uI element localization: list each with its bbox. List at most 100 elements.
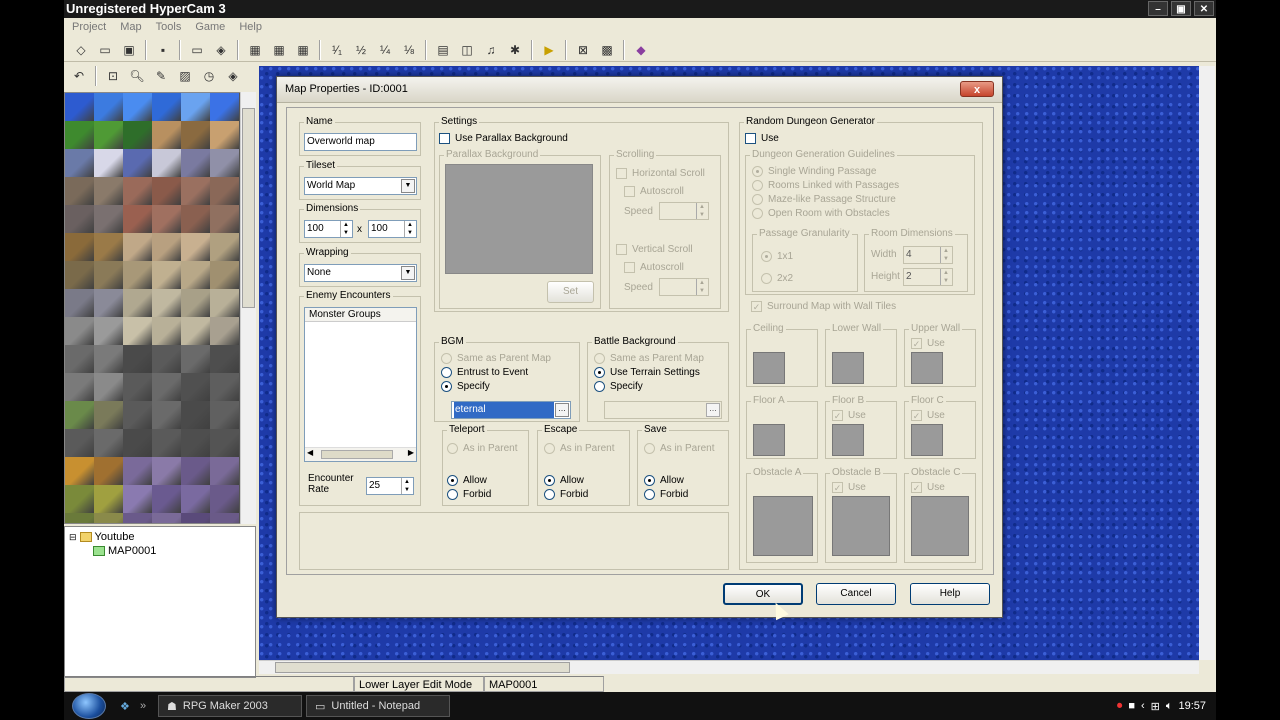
palette-tile[interactable] [65,289,94,317]
rectangle-icon[interactable]: ▨ [174,65,196,87]
bgm-same-as-parent-radio[interactable]: Same as Parent Map [441,353,551,364]
guideline-open-room-radio[interactable]: Open Room with Obstacles [752,208,890,219]
v-autoscroll-checkbox[interactable]: Autoscroll [624,262,684,273]
maximize-button[interactable]: ▣ [1171,1,1191,16]
pencil-icon[interactable]: ✎ [150,65,172,87]
room-width-spinner[interactable]: 4 ▲ ▼ [903,246,953,264]
list-hscroll[interactable]: ◀ ▶ [305,447,416,461]
palette-tile[interactable] [65,457,94,485]
palette-tile[interactable] [181,373,210,401]
palette-tile[interactable] [94,429,123,457]
palette-tile[interactable] [210,429,239,457]
cancel-button[interactable]: Cancel [816,583,896,605]
palette-tile[interactable] [181,345,210,373]
menu-tools[interactable]: Tools [156,18,182,36]
palette-tile[interactable] [65,345,94,373]
granularity-1x1-radio[interactable]: 1x1 [761,251,793,262]
palette-tile[interactable] [152,373,181,401]
palette-tile[interactable] [123,513,152,523]
map-horizontal-scrollbar[interactable] [259,660,1199,674]
palette-tile[interactable] [94,205,123,233]
ceiling-tile[interactable] [753,352,785,384]
palette-tile[interactable] [94,317,123,345]
select-icon[interactable]: ⊡ [102,65,124,87]
minimize-button[interactable]: – [1148,1,1168,16]
help-book-icon[interactable]: ◆ [630,39,652,61]
palette-tile[interactable] [181,485,210,513]
palette-tile[interactable] [152,177,181,205]
palette-tile[interactable] [152,513,181,523]
event-layer-icon[interactable]: ▦ [292,39,314,61]
undo-icon[interactable]: ↶ [68,65,90,87]
floor-b-use-checkbox[interactable]: ✓ Use [832,410,866,421]
floor-c-tile[interactable] [911,424,943,456]
teleport-forbid-radio[interactable]: Forbid [447,489,491,500]
clock[interactable]: 19:57 [1178,700,1206,712]
palette-tile[interactable] [123,345,152,373]
palette-tile[interactable] [123,457,152,485]
escape-parent-radio[interactable]: As in Parent [544,443,614,454]
palette-tile[interactable] [210,149,239,177]
palette-tile[interactable] [152,345,181,373]
new-project-icon[interactable]: ◇ [70,39,92,61]
spinner-arrows-icon[interactable]: ▲ ▼ [340,221,351,237]
battle-terrain-radio[interactable]: Use Terrain Settings [594,367,700,378]
palette-tile[interactable] [94,401,123,429]
palette-tile[interactable] [65,205,94,233]
palette-tile[interactable] [152,261,181,289]
palette-tile[interactable] [152,233,181,261]
palette-tile[interactable] [210,233,239,261]
fullscreen-icon[interactable]: ⊠ [572,39,594,61]
palette-tile[interactable] [181,149,210,177]
palette-tile[interactable] [65,401,94,429]
vertical-scroll-checkbox[interactable]: Vertical Scroll [616,244,693,255]
fill-icon[interactable]: ◈ [222,65,244,87]
palette-tile[interactable] [181,429,210,457]
palette-tile[interactable] [123,289,152,317]
palette-tile[interactable] [152,429,181,457]
palette-tile[interactable] [181,121,210,149]
save-icon[interactable]: ▪ [152,39,174,61]
palette-tile[interactable] [210,317,239,345]
palette-tile[interactable] [210,513,239,523]
upper-wall-tile[interactable] [911,352,943,384]
obstacle-a-tile[interactable] [753,496,813,556]
stop-icon[interactable]: ■ [1128,700,1135,712]
network-icon[interactable]: ⊞ [1151,700,1160,713]
obstacle-c-tile[interactable] [911,496,969,556]
palette-tile[interactable] [181,401,210,429]
palette-tile[interactable] [210,401,239,429]
palette-tile[interactable] [181,233,210,261]
palette-tile[interactable] [181,205,210,233]
palette-tile[interactable] [65,485,94,513]
floor-a-tile[interactable] [753,424,785,456]
battle-same-as-parent-radio[interactable]: Same as Parent Map [594,353,704,364]
palette-tile[interactable] [210,205,239,233]
palette-tile[interactable] [65,177,94,205]
menu-project[interactable]: Project [72,18,106,36]
palette-tile[interactable] [123,401,152,429]
palette-tile[interactable] [94,121,123,149]
height-spinner[interactable]: 100 ▲ ▼ [368,220,417,238]
palette-tile[interactable] [65,233,94,261]
palette-tile[interactable] [123,205,152,233]
v-speed-spinner[interactable]: ▲ ▼ [659,278,709,296]
teleport-parent-radio[interactable]: As in Parent [447,443,517,454]
palette-tile[interactable] [123,373,152,401]
escape-forbid-radio[interactable]: Forbid [544,489,588,500]
record-icon[interactable]: ⏺ [1117,700,1123,713]
palette-tile[interactable] [181,513,210,523]
palette-tile[interactable] [94,233,123,261]
palette-tile[interactable] [210,373,239,401]
tileset-dropdown[interactable]: World Map ▼ [304,177,417,195]
palette-tile[interactable] [123,485,152,513]
obstacle-b-tile[interactable] [832,496,890,556]
palette-tile[interactable] [210,345,239,373]
palette-tile[interactable] [210,93,239,121]
zoom-1-2-icon[interactable]: ½ [350,39,372,61]
name-input[interactable]: Overworld map [304,133,417,151]
palette-tile[interactable] [65,317,94,345]
zoom-icon[interactable]: 🔍︎ [126,65,148,87]
bgm-entrust-radio[interactable]: Entrust to Event [441,367,528,378]
palette-tile[interactable] [123,317,152,345]
